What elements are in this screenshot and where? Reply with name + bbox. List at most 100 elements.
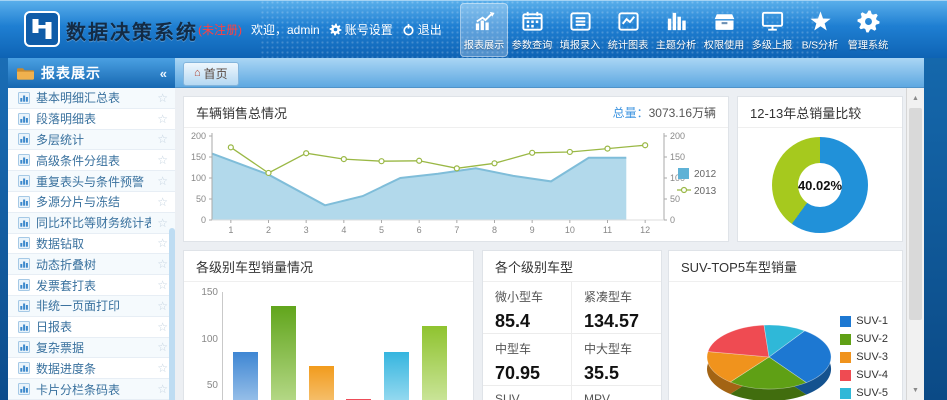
box-icon (700, 9, 748, 36)
favorite-star-icon[interactable]: ☆ (157, 340, 168, 354)
logout-label: 退出 (418, 21, 442, 38)
total-value: 3073.16万辆 (649, 106, 716, 120)
nav-item-manage-system[interactable]: 管理系统 (844, 3, 892, 57)
legend-label: SUV-4 (856, 369, 888, 381)
sidebar-item-2[interactable]: 多层统计 ☆ (8, 130, 175, 151)
report-chart-icon (18, 175, 30, 187)
tab-home[interactable]: ⌂ 首页 (183, 62, 239, 86)
main-content: 车辆销售总情况 总量：3073.16万辆 0050501001001501502… (175, 88, 906, 400)
bar-axis-tick: 50 (192, 380, 218, 391)
sidebar-item-label: 同比环比等财务统计表 (36, 214, 151, 231)
svg-text:6: 6 (417, 225, 422, 235)
sidebar-item-label: 高级条件分组表 (36, 152, 151, 169)
favorite-star-icon[interactable]: ☆ (157, 257, 168, 271)
sidebar-item-1[interactable]: 段落明细表 ☆ (8, 109, 175, 130)
svg-text:3: 3 (304, 225, 309, 235)
favorite-star-icon[interactable]: ☆ (157, 299, 168, 313)
nav-item-report-display[interactable]: 报表展示 (460, 3, 508, 57)
sidebar-item-8[interactable]: 动态折叠树☆ (8, 254, 175, 275)
sidebar-item-12[interactable]: 复杂票据☆ (8, 338, 175, 359)
register-status: (未注册) (198, 21, 242, 38)
user-strip: (未注册) 欢迎，admin 账号设置 退出 (198, 21, 442, 38)
sidebar-item-7[interactable]: 数据钻取☆ (8, 234, 175, 255)
svg-text:50: 50 (670, 194, 680, 204)
nav-item-label: 管理系统 (846, 38, 890, 53)
collapse-sidebar-button[interactable]: « (160, 66, 167, 81)
bar-微小型车 (233, 352, 258, 400)
sidebar-item-label: 段落明细表 (36, 110, 151, 127)
favorite-star-icon[interactable]: ☆ (157, 278, 168, 292)
monitor-icon (748, 9, 796, 36)
legend-item-SUV-4: SUV-4 (840, 369, 888, 381)
favorite-star-icon[interactable]: ☆ (157, 91, 168, 105)
sidebar-item-label: 多层统计 (36, 131, 151, 148)
nav-item-multilevel-report[interactable]: 多级上报 (748, 3, 796, 57)
stat-value: 85.4 (495, 311, 559, 332)
gear-icon (844, 9, 892, 36)
sidebar-item-14[interactable]: 卡片分栏条码表☆ (8, 379, 175, 400)
stat-cell-3: 中大型车35.5 (572, 334, 661, 386)
nav-item-bs-analysis[interactable]: B/S分析 (796, 3, 844, 57)
favorite-star-icon[interactable]: ☆ (157, 236, 168, 250)
content-scrollbar[interactable]: ▲ ▼ (906, 88, 924, 400)
sidebar: 报表展示 « 基本明细汇总表☆段落明细表☆多层统计☆高级条件分组表☆重复表头与条… (8, 58, 175, 400)
sidebar-item-9[interactable]: 发票套打表☆ (8, 275, 175, 296)
favorite-star-icon[interactable]: ☆ (157, 112, 168, 126)
sidebar-item-label: 非统一页面打印 (36, 297, 151, 314)
panel-head: 车辆销售总情况 总量：3073.16万辆 (184, 97, 728, 128)
sidebar-item-13[interactable]: 数据进度条☆ (8, 358, 175, 379)
sidebar-item-11[interactable]: 日报表☆ (8, 317, 175, 338)
favorite-star-icon[interactable]: ☆ (157, 174, 168, 188)
suv-top5-legend: SUV-1SUV-2SUV-3SUV-4SUV-5 (840, 315, 888, 400)
scroll-down-icon[interactable]: ▼ (907, 382, 924, 398)
nav-item-theme-analysis[interactable]: 主题分析 (652, 3, 700, 57)
favorite-star-icon[interactable]: ☆ (157, 361, 168, 375)
account-settings-label: 账号设置 (345, 21, 393, 38)
svg-text:11: 11 (603, 225, 612, 235)
sidebar-item-0[interactable]: 基本明细汇总表☆ (8, 88, 175, 109)
nav-item-form-entry[interactable]: 填报录入 (556, 3, 604, 57)
favorite-star-icon[interactable]: ☆ (157, 320, 168, 334)
account-settings-button[interactable]: 账号设置 (329, 21, 393, 38)
nav-item-permission-use[interactable]: 权限使用 (700, 3, 748, 57)
nav-item-label: B/S分析 (798, 38, 842, 53)
favorite-star-icon[interactable]: ☆ (157, 382, 168, 396)
legend-swatch (840, 370, 851, 381)
logout-button[interactable]: 退出 (402, 21, 442, 38)
favorite-star-icon[interactable]: ☆ (157, 132, 168, 146)
favorite-star-icon[interactable]: ☆ (157, 195, 168, 209)
scrollbar-thumb[interactable] (909, 108, 922, 320)
stat-label: 中型车 (495, 340, 559, 357)
nav-item-label: 统计图表 (606, 38, 650, 53)
sidebar-item-6[interactable]: 同比环比等财务统计表 ☆ (8, 213, 175, 234)
favorite-star-icon[interactable]: ☆ (157, 153, 168, 167)
home-icon: ⌂ (194, 68, 201, 79)
nav-item-param-query[interactable]: 参数查询 (508, 3, 556, 57)
favorite-star-icon[interactable]: ☆ (157, 216, 168, 230)
svg-text:50: 50 (196, 194, 206, 204)
sidebar-item-5[interactable]: 多源分片与冻结☆ (8, 192, 175, 213)
report-chart-icon (18, 154, 30, 166)
list-icon (556, 9, 604, 36)
bar-axis-tick: 150 (192, 287, 218, 298)
nav-item-stat-chart[interactable]: 统计图表 (604, 3, 652, 57)
svg-text:200: 200 (191, 131, 206, 141)
sidebar-item-10[interactable]: 非统一页面打印 ☆ (8, 296, 175, 317)
panel-title: 各个级别车型 (495, 257, 573, 276)
sidebar-item-4[interactable]: 重复表头与条件预警☆ (8, 171, 175, 192)
scroll-up-icon[interactable]: ▲ (907, 90, 924, 106)
welcome-text: 欢迎，admin (251, 21, 320, 38)
sidebar-item-3[interactable]: 高级条件分组表 ☆ (8, 150, 175, 171)
report-chart-icon (18, 362, 30, 374)
tab-home-label: 首页 (204, 65, 228, 82)
nav-item-label: 权限使用 (702, 38, 746, 53)
svg-text:10: 10 (565, 225, 575, 235)
svg-text:200: 200 (670, 131, 685, 141)
nav-item-label: 报表展示 (462, 38, 506, 53)
bar-紧凑型车 (271, 306, 296, 400)
legend-swatch (840, 316, 851, 327)
svg-text:8: 8 (492, 225, 497, 235)
stat-cell-1: 紧凑型车134.57 (572, 282, 661, 334)
panel-head: 12-13年总销量比较 (738, 97, 902, 128)
svg-text:1: 1 (228, 225, 233, 235)
